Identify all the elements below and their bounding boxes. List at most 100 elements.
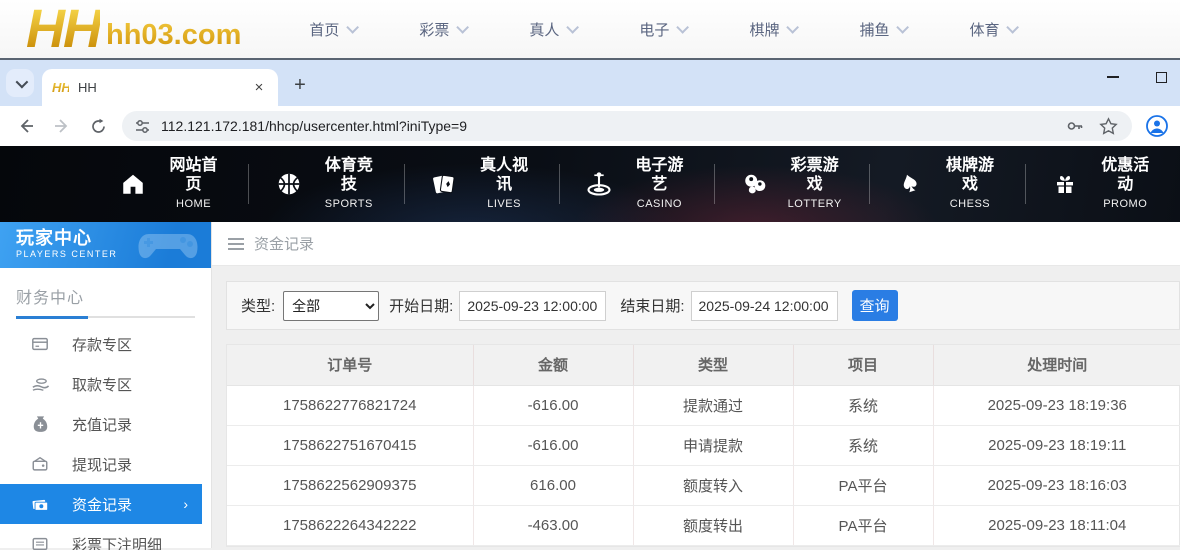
- game-nav-promo[interactable]: 优惠活动PROMO: [1026, 162, 1180, 206]
- basketball-icon: [273, 168, 304, 200]
- game-nav-en: LIVES: [487, 198, 521, 210]
- game-nav-lottery[interactable]: 彩票游戏LOTTERY: [715, 162, 869, 206]
- url-text[interactable]: 112.121.172.181/hhcp/usercenter.html?ini…: [161, 118, 1065, 134]
- cell-time: 2025-09-23 18:11:04: [933, 505, 1180, 545]
- cell-order-no: 1758622562909375: [227, 465, 473, 505]
- game-nav-lives[interactable]: 真人视讯LIVES: [405, 162, 559, 206]
- site-nav-sports[interactable]: 体育: [969, 19, 1015, 40]
- site-nav-lottery[interactable]: 彩票: [419, 19, 465, 40]
- table-row: 1758622751670415 -616.00 申请提款 系统 2025-09…: [227, 425, 1180, 465]
- col-header-amount: 金额: [473, 345, 633, 385]
- chevron-down-icon: [347, 21, 360, 34]
- table-row: 1758622562909375 616.00 额度转入 PA平台 2025-0…: [227, 465, 1180, 505]
- site-nav-label: 体育: [969, 19, 999, 40]
- browser-toolbar: 112.121.172.181/hhcp/usercenter.html?ini…: [0, 106, 1180, 146]
- sidebar-item-recharge-record[interactable]: 充值记录: [0, 404, 211, 444]
- sidebar-item-funds-record[interactable]: 资金记录 ›: [0, 484, 202, 524]
- tab-search-button[interactable]: [6, 69, 34, 97]
- home-icon: [118, 168, 149, 200]
- address-bar[interactable]: 112.121.172.181/hhcp/usercenter.html?ini…: [122, 111, 1132, 141]
- cell-order-no: 1758622776821724: [227, 385, 473, 425]
- recharge-bag-icon: [30, 414, 50, 434]
- game-nav-sports[interactable]: 体育竞技SPORTS: [249, 162, 403, 206]
- end-date-input[interactable]: [691, 291, 838, 321]
- cell-project: 系统: [793, 425, 933, 465]
- game-nav-en: PROMO: [1103, 198, 1147, 210]
- section-divider: [16, 316, 195, 318]
- chevron-down-icon: [897, 21, 910, 34]
- cell-type: 申请提款: [633, 425, 793, 465]
- col-header-time: 处理时间: [933, 345, 1180, 385]
- site-nav-home[interactable]: 首页: [309, 19, 355, 40]
- cell-amount: -463.00: [473, 505, 633, 545]
- back-button[interactable]: [11, 111, 41, 141]
- site-nav-fishing[interactable]: 捕鱼: [859, 19, 905, 40]
- start-date-input[interactable]: [459, 291, 606, 321]
- cell-order-no: 1758622751670415: [227, 425, 473, 465]
- bookmark-star-icon[interactable]: [1099, 117, 1118, 136]
- lottery-balls-icon: [739, 168, 770, 200]
- back-arrow-icon: [17, 117, 35, 135]
- deposit-card-icon: [30, 334, 50, 354]
- game-nav-home[interactable]: 网站首页HOME: [94, 162, 248, 206]
- col-header-project: 项目: [793, 345, 933, 385]
- cell-time: 2025-09-23 18:19:11: [933, 425, 1180, 465]
- browser-tab-strip: HH HH × +: [0, 60, 1180, 106]
- game-nav-zh: 体育竞技: [325, 157, 373, 193]
- query-button[interactable]: 查询: [852, 290, 898, 321]
- cell-type: 额度转入: [633, 465, 793, 505]
- window-controls: [1102, 60, 1172, 94]
- site-nav-label: 棋牌: [749, 19, 779, 40]
- type-select[interactable]: 全部: [283, 291, 379, 321]
- sidebar-item-withdraw[interactable]: 取款专区: [0, 364, 211, 404]
- game-nav-chess[interactable]: 棋牌游戏CHESS: [870, 162, 1024, 206]
- sidebar-item-label: 充值记录: [72, 414, 132, 435]
- browser-tab[interactable]: HH HH ×: [42, 69, 278, 106]
- cell-project: PA平台: [793, 505, 933, 545]
- tab-close-icon[interactable]: ×: [250, 79, 268, 97]
- chevron-right-icon: ›: [183, 496, 188, 512]
- start-date-label: 开始日期:: [389, 295, 453, 316]
- password-key-icon[interactable]: [1065, 116, 1085, 136]
- window-maximize-button[interactable]: [1150, 66, 1172, 88]
- gamepad-watermark-icon: [135, 226, 201, 266]
- site-logo[interactable]: HH hh03.com: [26, 6, 241, 52]
- funds-record-icon: [30, 494, 50, 514]
- funds-record-table: 订单号 金额 类型 项目 处理时间 1758622776821724 -616.…: [226, 344, 1180, 547]
- game-nav-zh: 棋牌游戏: [946, 157, 994, 193]
- cell-amount: -616.00: [473, 425, 633, 465]
- sidebar-item-deposit[interactable]: 存款专区: [0, 324, 211, 364]
- game-nav-casino[interactable]: 电子游艺CASINO: [560, 162, 714, 206]
- sidebar-item-label: 取款专区: [72, 374, 132, 395]
- game-nav-en: LOTTERY: [788, 198, 842, 210]
- game-nav-zh: 彩票游戏: [791, 157, 839, 193]
- game-nav-en: CASINO: [637, 198, 682, 210]
- reload-button[interactable]: [83, 111, 113, 141]
- site-nav-chess[interactable]: 棋牌: [749, 19, 795, 40]
- window-minimize-button[interactable]: [1102, 66, 1124, 88]
- site-favicon: HH: [52, 79, 69, 96]
- hamburger-icon[interactable]: [228, 238, 244, 250]
- sidebar-item-withdraw-record[interactable]: 提现记录: [0, 444, 211, 484]
- table-row: 1758622776821724 -616.00 提款通过 系统 2025-09…: [227, 385, 1180, 425]
- new-tab-button[interactable]: +: [286, 71, 314, 99]
- browser-profile-avatar[interactable]: [1142, 111, 1172, 141]
- chevron-down-icon: [787, 21, 800, 34]
- logo-domain-text: hh03.com: [106, 18, 241, 52]
- site-header: HH hh03.com 首页 彩票 真人 电子 棋牌 捕鱼 体育: [0, 0, 1180, 60]
- sidebar-item-label: 提现记录: [72, 454, 132, 475]
- withdraw-record-icon: [30, 454, 50, 474]
- gift-icon: [1050, 168, 1081, 200]
- site-nav-live[interactable]: 真人: [529, 19, 575, 40]
- spade-icon: [894, 168, 925, 200]
- sidebar-item-bet-detail[interactable]: 彩票下注明细: [0, 524, 211, 550]
- sidebar-section: 财务中心: [0, 268, 211, 318]
- chevron-down-icon: [457, 21, 470, 34]
- site-nav-slots[interactable]: 电子: [639, 19, 685, 40]
- sidebar-header: 玩家中心 PLAYERS CENTER: [0, 222, 211, 268]
- chevron-down-icon: [677, 21, 690, 34]
- game-nav-en: HOME: [176, 198, 211, 210]
- filter-bar: 类型: 全部 开始日期: 结束日期: 查询: [226, 281, 1180, 330]
- forward-button[interactable]: [47, 111, 77, 141]
- withdraw-hand-icon: [30, 374, 50, 394]
